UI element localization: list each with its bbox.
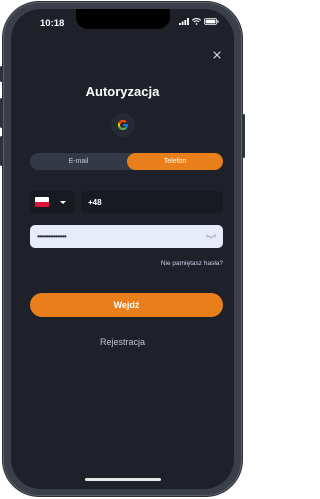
status-time: 10:18 — [40, 18, 65, 29]
google-login-button[interactable] — [111, 113, 135, 137]
poland-flag-icon — [35, 197, 49, 207]
signal-icon — [179, 18, 189, 25]
password-field-container — [30, 225, 223, 248]
close-button[interactable] — [210, 48, 224, 62]
status-icons — [179, 18, 219, 25]
tab-phone[interactable]: Telefon — [127, 153, 223, 170]
forgot-password-link[interactable]: Nie pamiętasz hasła? — [161, 260, 223, 267]
password-input[interactable] — [30, 225, 200, 248]
power-button — [242, 114, 245, 158]
tab-email[interactable]: E-mail — [30, 153, 127, 170]
app-screen: 10:18 Autoryzacja E-mail Telefon +48 •••… — [11, 9, 234, 489]
eye-icon[interactable] — [205, 231, 217, 241]
google-icon — [118, 120, 128, 130]
page-title: Autoryzacja — [85, 84, 160, 99]
status-bar: 10:18 — [11, 9, 234, 35]
login-button[interactable]: Wejdź — [30, 293, 223, 317]
battery-icon — [204, 18, 219, 25]
notch — [76, 9, 170, 29]
volume-down-button — [0, 136, 3, 166]
login-method-tabs: E-mail Telefon — [30, 153, 223, 170]
close-icon — [213, 51, 221, 59]
phone-input[interactable] — [81, 191, 223, 213]
register-link[interactable]: Rejestracja — [11, 337, 234, 347]
home-indicator — [85, 478, 161, 481]
wifi-icon — [192, 18, 201, 25]
volume-up-button — [0, 98, 3, 128]
country-code-select[interactable] — [30, 191, 75, 213]
chevron-down-icon — [60, 201, 66, 204]
phone-frame: 10:18 Autoryzacja E-mail Telefon +48 •••… — [0, 2, 245, 496]
mute-switch — [0, 66, 3, 82]
